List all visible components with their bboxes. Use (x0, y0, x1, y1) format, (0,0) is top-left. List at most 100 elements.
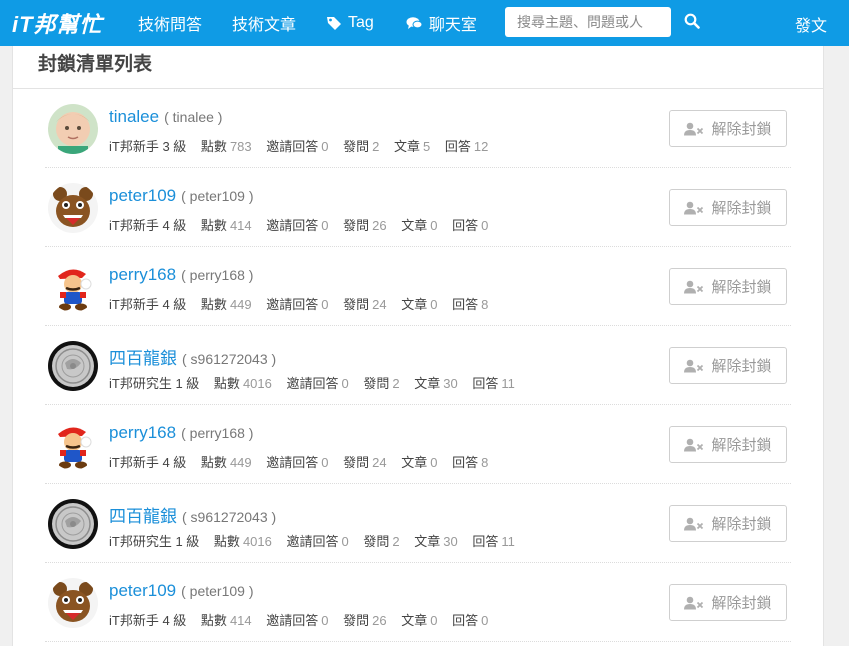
invites-label: 邀請回答 (266, 218, 319, 233)
questions-label: 發問 (363, 534, 390, 549)
chat-icon (406, 16, 423, 31)
nav-chatroom-label: 聊天室 (428, 17, 477, 34)
unblock-button-label: 解除封鎖 (711, 121, 772, 138)
user-account: ( peter109 ) (181, 583, 254, 599)
user-name-link[interactable]: 四百龍銀 (109, 507, 177, 526)
user-stats: iT邦研究生 1 級 點數 4016 邀請回答 0 發問 2 文章 30 回答 11 (109, 531, 526, 550)
invites-value: 0 (321, 218, 329, 233)
search-input[interactable] (505, 7, 671, 37)
avatar[interactable] (48, 183, 98, 233)
unblock-button[interactable]: 解除封鎖 (669, 189, 787, 226)
avatar[interactable] (48, 104, 98, 154)
user-level: iT邦新手 4 級 (109, 613, 187, 628)
blocked-user-row: peter109 ( peter109 ) iT邦新手 4 級 點數 414 邀請回… (45, 168, 791, 247)
user-name-link[interactable]: 四百龍銀 (109, 349, 177, 368)
user-stats: iT邦新手 4 級 點數 414 邀請回答 0 發問 26 文章 0 回答 0 (109, 610, 499, 629)
questions-value: 2 (392, 376, 400, 391)
articles-label: 文章 (401, 455, 428, 470)
invites-label: 邀請回答 (266, 455, 319, 470)
invites-value: 0 (341, 376, 349, 391)
user-name-line: perry168 ( perry168 ) (109, 265, 253, 285)
points-value: 449 (229, 297, 252, 312)
page-title: 封鎖清單列表 (13, 46, 823, 89)
user-account: ( peter109 ) (181, 188, 254, 204)
unblock-button[interactable]: 解除封鎖 (669, 584, 787, 621)
answers-label: 回答 (452, 455, 479, 470)
avatar[interactable] (48, 578, 98, 628)
user-account: ( s961272043 ) (182, 351, 277, 367)
points-label: 點數 (200, 139, 227, 154)
nav-tag[interactable]: Tag (326, 14, 374, 32)
avatar[interactable] (48, 341, 98, 391)
user-name-link[interactable]: perry168 (109, 423, 176, 442)
user-account: ( tinalee ) (164, 109, 223, 125)
user-name-link[interactable]: peter109 (109, 186, 176, 205)
user-name-line: 四百龍銀 ( s961272043 ) (109, 344, 276, 369)
answers-value: 0 (481, 613, 489, 628)
answers-value: 11 (501, 376, 515, 391)
nav-tag-label: Tag (348, 14, 374, 31)
search-icon[interactable] (684, 13, 700, 29)
articles-value: 5 (423, 139, 431, 154)
invites-value: 0 (321, 297, 329, 312)
user-stats: iT邦新手 4 級 點數 449 邀請回答 0 發問 24 文章 0 回答 8 (109, 294, 499, 313)
user-name-link[interactable]: perry168 (109, 265, 176, 284)
unblock-button-label: 解除封鎖 (711, 516, 772, 533)
invites-value: 0 (341, 534, 349, 549)
points-label: 點數 (213, 534, 240, 549)
user-name-line: peter109 ( peter109 ) (109, 186, 254, 206)
top-navbar: iT邦幫忙 技術問答 技術文章 Tag 聊天室 發文 (0, 0, 849, 46)
points-value: 4016 (242, 376, 272, 391)
points-label: 點數 (200, 455, 227, 470)
unblock-button[interactable]: 解除封鎖 (669, 347, 787, 384)
points-value: 783 (229, 139, 252, 154)
blocked-user-row: perry168 ( perry168 ) iT邦新手 4 級 點數 449 邀請回… (45, 247, 791, 326)
user-name-link[interactable]: peter109 (109, 581, 176, 600)
points-value: 414 (229, 218, 252, 233)
unblock-button[interactable]: 解除封鎖 (669, 505, 787, 542)
answers-label: 回答 (452, 297, 479, 312)
unblock-button-label: 解除封鎖 (711, 200, 772, 217)
questions-value: 2 (372, 139, 380, 154)
questions-value: 2 (392, 534, 400, 549)
unblock-button[interactable]: 解除封鎖 (669, 268, 787, 305)
answers-label: 回答 (472, 534, 499, 549)
unblock-button[interactable]: 解除封鎖 (669, 110, 787, 147)
avatar[interactable] (48, 420, 98, 470)
remove-user-icon (684, 201, 704, 215)
blocked-user-row: 四百龍銀 ( s961272043 ) iT邦研究生 1 級 點數 4016 邀請回… (45, 326, 791, 405)
remove-user-icon (684, 359, 704, 373)
avatar[interactable] (48, 499, 98, 549)
nav-tech-articles[interactable]: 技術文章 (232, 11, 296, 35)
user-name-link[interactable]: tinalee (109, 107, 159, 126)
points-value: 449 (229, 455, 252, 470)
block-list-panel: 封鎖清單列表 tinalee( tinalee ) iT邦新手 3 級 點數 78… (12, 46, 824, 646)
unblock-button[interactable]: 解除封鎖 (669, 426, 787, 463)
avatar[interactable] (48, 262, 98, 312)
articles-label: 文章 (401, 218, 428, 233)
user-name-line: 四百龍銀 ( s961272043 ) (109, 502, 276, 527)
nav-chatroom[interactable]: 聊天室 (406, 11, 477, 35)
unblock-button-label: 解除封鎖 (711, 595, 772, 612)
questions-label: 發問 (343, 218, 370, 233)
answers-value: 11 (501, 534, 515, 549)
answers-value: 12 (473, 139, 489, 154)
questions-label: 發問 (343, 613, 370, 628)
remove-user-icon (684, 122, 704, 136)
blocked-user-row: 四百龍銀 ( s961272043 ) iT邦研究生 1 級 點數 4016 邀請回… (45, 484, 791, 563)
invites-value: 0 (321, 455, 329, 470)
answers-label: 回答 (452, 613, 479, 628)
tag-icon (326, 15, 342, 31)
answers-value: 8 (481, 297, 489, 312)
points-label: 點數 (200, 613, 227, 628)
unblock-button-label: 解除封鎖 (711, 437, 772, 454)
remove-user-icon (684, 517, 704, 531)
invites-label: 邀請回答 (266, 139, 319, 154)
questions-value: 26 (372, 613, 387, 628)
questions-label: 發問 (363, 376, 390, 391)
nav-tech-qa[interactable]: 技術問答 (138, 11, 202, 35)
post-button[interactable]: 發文 (795, 12, 827, 36)
site-logo[interactable]: iT邦幫忙 (12, 7, 122, 39)
user-account: ( s961272043 ) (182, 509, 277, 525)
blocked-user-row: tinalee ( tinalee ) iT邦新手 3 級 點數 783 邀請回答 0… (45, 89, 791, 168)
